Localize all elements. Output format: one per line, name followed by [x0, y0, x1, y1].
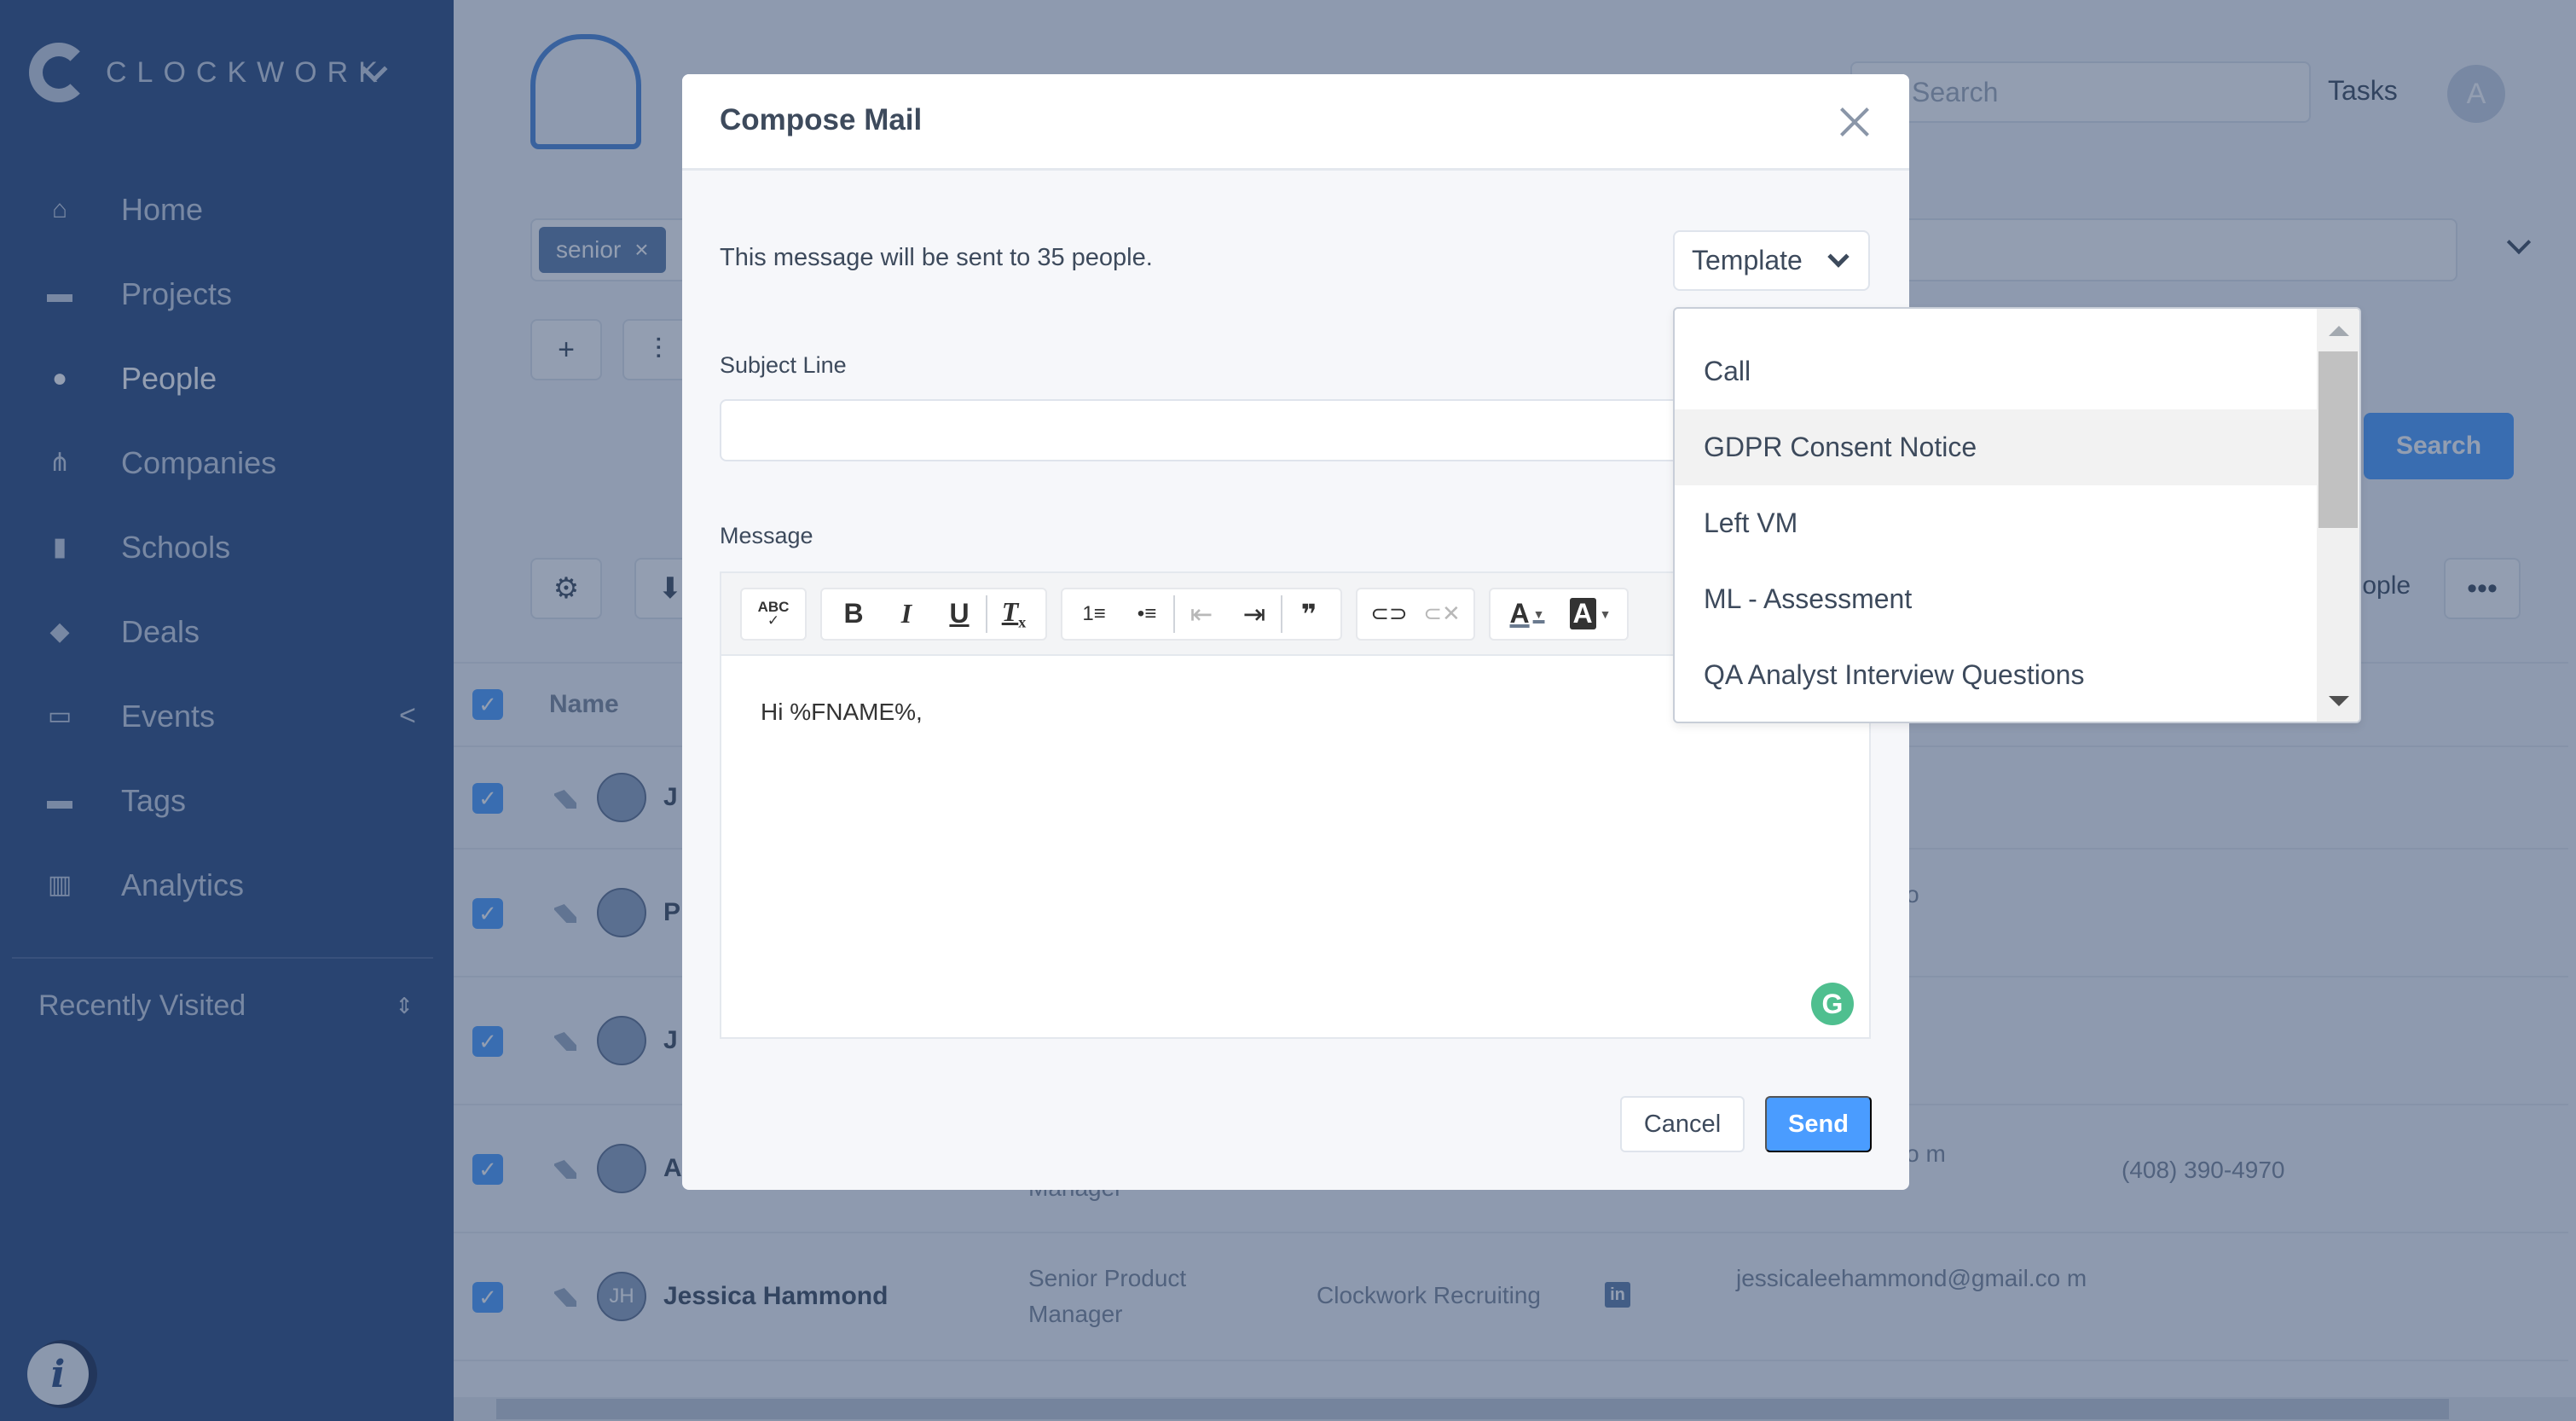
- send-button[interactable]: Send: [1765, 1096, 1872, 1152]
- toolbar-group-spellcheck: ABC ✓: [740, 587, 807, 641]
- dropdown-scrollbar[interactable]: [2317, 309, 2359, 722]
- outdent-button[interactable]: ⇤: [1175, 589, 1228, 639]
- toolbar-group-paragraph: 1≡ •≡ ⇤ ⇥ ❞: [1061, 587, 1342, 641]
- template-button-label: Template: [1692, 245, 1803, 276]
- quote-icon: ❞: [1300, 598, 1317, 629]
- link-button[interactable]: ⊂⊃: [1363, 589, 1415, 639]
- template-list: Call GDPR Consent Notice Left VM ML - As…: [1675, 309, 2318, 722]
- caret-down-icon: ▼: [1599, 606, 1612, 621]
- chevron-down-icon: [1827, 246, 1850, 268]
- spellcheck-icon: ABC ✓: [757, 598, 790, 629]
- bold-button[interactable]: B: [827, 589, 880, 639]
- template-dropdown: Call GDPR Consent Notice Left VM ML - As…: [1673, 307, 2361, 723]
- toolbar-group-links: ⊂⊃ ⊂✕: [1356, 587, 1475, 641]
- italic-icon: I: [900, 598, 912, 629]
- background-color-button[interactable]: A ▼: [1559, 589, 1622, 639]
- remove-format-button[interactable]: Tx: [987, 589, 1040, 639]
- template-option-left-vm[interactable]: Left VM: [1675, 485, 2318, 561]
- background-color-icon: A: [1569, 598, 1596, 629]
- unlink-button[interactable]: ⊂✕: [1415, 589, 1468, 639]
- link-icon: ⊂⊃: [1370, 600, 1408, 626]
- italic-button[interactable]: I: [880, 589, 933, 639]
- toolbar-group-basic: B I U Tx: [820, 587, 1047, 641]
- template-option-call[interactable]: Call: [1675, 334, 2318, 409]
- numbered-list-icon: 1≡: [1082, 601, 1106, 625]
- subject-line-label: Subject Line: [720, 352, 847, 378]
- spellcheck-button[interactable]: ABC ✓: [747, 589, 800, 639]
- underline-icon: U: [949, 598, 970, 629]
- bulleted-list-button[interactable]: •≡: [1120, 589, 1173, 639]
- scrollbar-thumb[interactable]: [2318, 351, 2358, 528]
- numbered-list-button[interactable]: 1≡: [1068, 589, 1120, 639]
- bold-icon: B: [843, 598, 864, 629]
- template-option-gdpr-consent-notice[interactable]: GDPR Consent Notice: [1675, 409, 2318, 485]
- cancel-button[interactable]: Cancel: [1620, 1096, 1745, 1152]
- message-body-text: Hi %FNAME%,: [761, 699, 923, 725]
- template-option-ml-assessment[interactable]: ML - Assessment: [1675, 561, 2318, 637]
- bulleted-list-icon: •≡: [1137, 601, 1157, 625]
- text-color-button[interactable]: A ▼: [1496, 589, 1559, 639]
- underline-button[interactable]: U: [933, 589, 986, 639]
- toolbar-group-colors: A ▼ A ▼: [1489, 587, 1629, 641]
- outdent-icon: ⇤: [1190, 598, 1213, 629]
- scroll-down-arrow-icon[interactable]: [2329, 696, 2349, 706]
- message-label: Message: [720, 523, 813, 548]
- recipients-count-text: This message will be sent to 35 people.: [720, 244, 1153, 271]
- blockquote-button[interactable]: ❞: [1282, 589, 1335, 639]
- modal-header: Compose Mail: [682, 74, 1909, 171]
- close-icon[interactable]: [1839, 107, 1870, 137]
- template-select-button[interactable]: Template: [1673, 230, 1870, 291]
- caret-down-icon: ▼: [1532, 606, 1545, 621]
- grammarly-icon[interactable]: G: [1811, 983, 1854, 1025]
- scroll-up-arrow-icon[interactable]: [2329, 326, 2349, 336]
- modal-title: Compose Mail: [720, 103, 923, 136]
- indent-button[interactable]: ⇥: [1228, 589, 1281, 639]
- text-color-icon: A: [1509, 598, 1530, 629]
- template-option-qa-analyst-interview-questions[interactable]: QA Analyst Interview Questions: [1675, 637, 2318, 713]
- remove-format-icon: Tx: [1001, 595, 1027, 631]
- indent-icon: ⇥: [1242, 598, 1266, 629]
- unlink-icon: ⊂✕: [1423, 600, 1461, 626]
